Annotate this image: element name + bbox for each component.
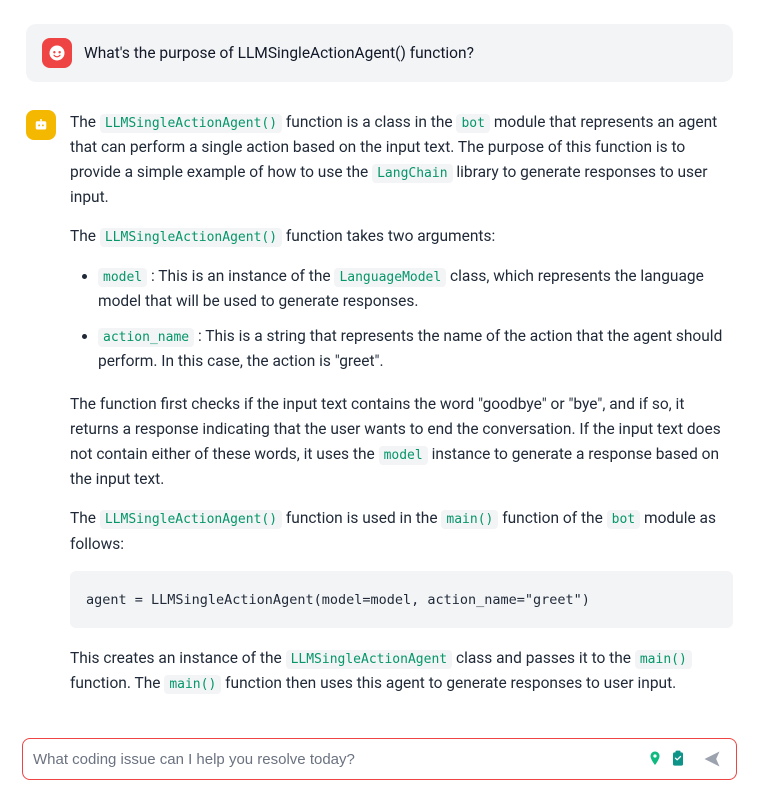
- code-inline: LLMSingleActionAgent: [286, 650, 453, 669]
- list-item: model : This is an instance of the Langu…: [98, 264, 733, 314]
- text: function of the: [498, 509, 606, 527]
- assistant-paragraph-4: The LLMSingleActionAgent() function is u…: [70, 506, 733, 556]
- code-inline: main(): [164, 675, 221, 694]
- text: The: [70, 227, 100, 245]
- assistant-paragraph-3: The function first checks if the input t…: [70, 392, 733, 492]
- assistant-message: The LLMSingleActionAgent() function is a…: [26, 110, 733, 710]
- assistant-body: The LLMSingleActionAgent() function is a…: [70, 110, 733, 710]
- code-inline: bot: [607, 510, 640, 529]
- list-item: action_name : This is a string that repr…: [98, 324, 733, 374]
- code-inline: action_name: [98, 328, 194, 347]
- clipboard-icon[interactable]: [668, 749, 688, 769]
- code-inline: model: [98, 268, 147, 287]
- user-question-text: What's the purpose of LLMSingleActionAge…: [84, 44, 474, 62]
- code-inline: model: [379, 446, 428, 465]
- assistant-paragraph-1: The LLMSingleActionAgent() function is a…: [70, 110, 733, 210]
- chat-input-bar[interactable]: [22, 738, 737, 780]
- code-block: agent = LLMSingleActionAgent(model=model…: [70, 571, 733, 628]
- text: function is a class in the: [282, 113, 456, 131]
- chat-input[interactable]: [33, 751, 646, 768]
- text: function takes two arguments:: [282, 227, 495, 245]
- code-inline: LLMSingleActionAgent(): [100, 228, 282, 247]
- code-inline: main(): [635, 650, 692, 669]
- code-inline: LLMSingleActionAgent(): [100, 510, 282, 529]
- user-avatar-icon: [42, 38, 72, 68]
- argument-list: model : This is an instance of the Langu…: [70, 264, 733, 374]
- code-inline: LLMSingleActionAgent(): [100, 114, 282, 133]
- input-icons: [646, 749, 688, 769]
- code-inline: bot: [456, 114, 489, 133]
- code-block-content: agent = LLMSingleActionAgent(model=model…: [86, 592, 590, 608]
- location-pin-icon[interactable]: [646, 750, 664, 768]
- text: function then uses this agent to generat…: [221, 674, 676, 692]
- text: The: [70, 509, 100, 527]
- send-button[interactable]: [698, 745, 726, 773]
- text: function. The: [70, 674, 164, 692]
- assistant-paragraph-5: This creates an instance of the LLMSingl…: [70, 646, 733, 696]
- chat-container: What's the purpose of LLMSingleActionAge…: [0, 0, 759, 710]
- user-message: What's the purpose of LLMSingleActionAge…: [26, 24, 733, 82]
- assistant-avatar-icon: [26, 110, 56, 140]
- code-inline: LangChain: [372, 164, 452, 183]
- text: : This is an instance of the: [147, 267, 334, 285]
- code-inline: LanguageModel: [334, 268, 446, 287]
- assistant-paragraph-2: The LLMSingleActionAgent() function take…: [70, 224, 733, 249]
- text: function is used in the: [282, 509, 441, 527]
- code-inline: main(): [441, 510, 498, 529]
- text: This creates an instance of the: [70, 649, 286, 667]
- text: The: [70, 113, 100, 131]
- text: class and passes it to the: [452, 649, 635, 667]
